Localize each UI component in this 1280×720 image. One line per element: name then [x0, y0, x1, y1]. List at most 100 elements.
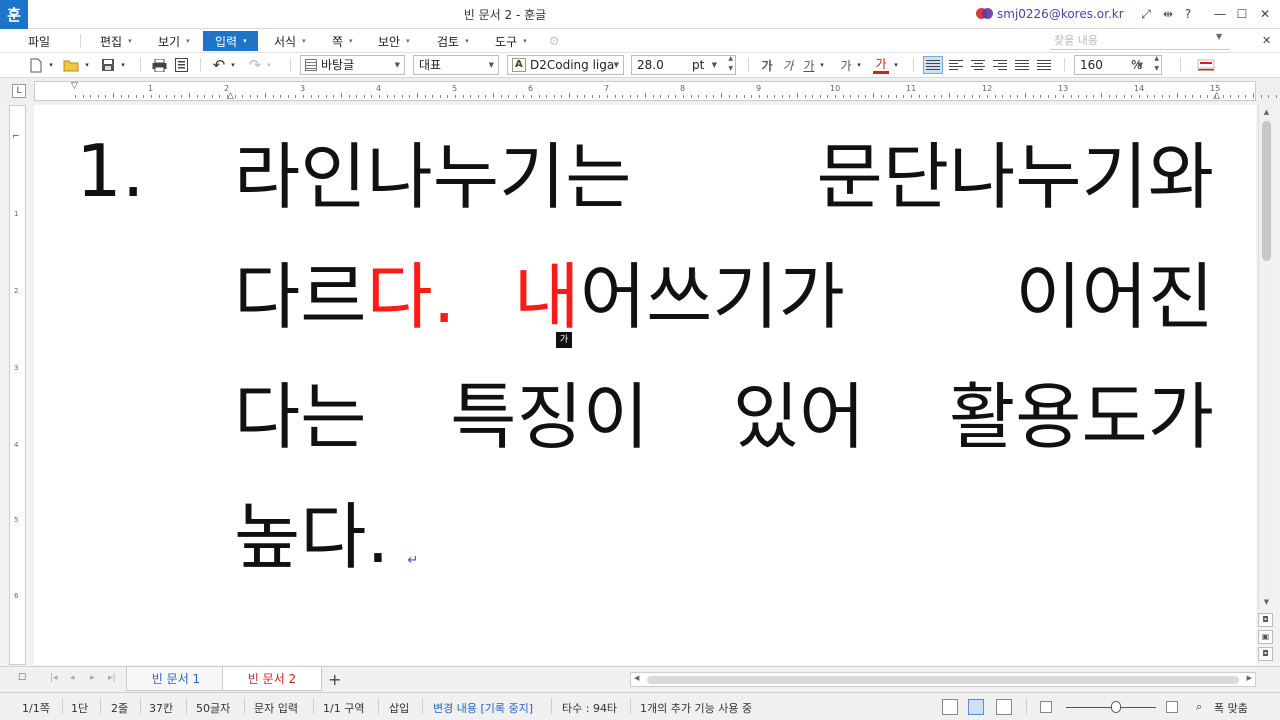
style-shortcut-icon[interactable]	[1196, 56, 1216, 74]
zoom-in-icon[interactable]	[1166, 701, 1178, 713]
minimize-icon[interactable]: —	[1212, 6, 1228, 22]
document-line[interactable]: 다는 특징이 있어 활용도가	[234, 372, 1214, 462]
bold-button[interactable]: 가	[759, 56, 775, 74]
page-view-icon[interactable]	[968, 699, 984, 715]
chevron-down-icon[interactable]: ▼	[1216, 32, 1222, 41]
italic-button[interactable]: 가	[780, 56, 796, 74]
vertical-scrollbar[interactable]: ▲ ▼	[1258, 105, 1273, 609]
open-folder-icon[interactable]	[62, 56, 80, 74]
chevron-down-icon[interactable]: ▾	[228, 56, 238, 74]
menu-review[interactable]: 검토 ▾	[431, 31, 475, 51]
tab-document-2[interactable]: 빈 문서 2	[222, 667, 322, 691]
next-tab-icon[interactable]: ▸	[90, 673, 95, 683]
spinner-icon[interactable]: ▲ ▼	[1154, 56, 1159, 74]
zoom-out-icon[interactable]	[1040, 701, 1052, 713]
menu-security[interactable]: 보안 ▾	[372, 31, 416, 51]
account-area[interactable]: smj0226@kores.or.kr	[976, 5, 1124, 23]
scrollbar-thumb[interactable]	[1262, 121, 1271, 261]
redo-icon[interactable]: ↷	[246, 56, 264, 74]
document-line[interactable]: 다르 다. 내 어쓰기가 이어진	[234, 252, 1214, 342]
top-margin-marker-icon[interactable]: ⌐	[12, 132, 20, 142]
last-tab-icon[interactable]: ▸|	[108, 673, 116, 683]
zoom-fit-label[interactable]: 폭 맞춤	[1214, 700, 1248, 716]
ruler-tick	[584, 95, 586, 98]
menu-view[interactable]: 보기 ▾	[152, 31, 196, 51]
status-addon[interactable]: 1개의 추가 기능 사용 중	[640, 700, 752, 716]
tab-stop-icon[interactable]: L	[12, 84, 26, 98]
font-color-button[interactable]: 가	[873, 56, 889, 74]
line-spacing-input[interactable]: 160 % ▼ ▲ ▼	[1074, 55, 1162, 75]
indent-marker-icon[interactable]: ▽	[71, 81, 78, 91]
print-icon[interactable]	[150, 56, 168, 74]
vertical-ruler[interactable]: ⌐ 1 2 3 4 5 6	[9, 105, 26, 665]
menu-edit[interactable]: 편집 ▾	[94, 31, 138, 51]
align-center-button[interactable]	[968, 56, 988, 74]
prev-page-icon[interactable]: ◘	[1258, 613, 1273, 627]
menu-input[interactable]: 입력 ▾	[203, 31, 258, 51]
status-insert-mode[interactable]: 삽입	[389, 700, 409, 716]
status-track-changes[interactable]: 변경 내용 [기록 중지]	[433, 700, 533, 716]
align-distribute-button[interactable]	[1012, 56, 1032, 74]
menu-tools[interactable]: 도구 ▾	[489, 31, 533, 51]
new-document-icon[interactable]	[28, 56, 44, 74]
align-divide-button[interactable]	[1034, 56, 1054, 74]
chevron-down-icon[interactable]: ▾	[855, 56, 863, 74]
zoom-slider-handle[interactable]	[1110, 701, 1121, 713]
ruler-tick	[1131, 95, 1133, 98]
page-nav-icon[interactable]: ▣	[1258, 630, 1273, 644]
menu-file[interactable]: 파일	[22, 31, 56, 51]
find-input[interactable]: 찾을 내용	[1050, 32, 1230, 50]
horizontal-scrollbar[interactable]: ◀ ▶	[630, 672, 1256, 687]
document-page[interactable]: 1. 라인나누기는 문단나누기와 다르 다. 내 어쓰기가 이어진 다는 특징이…	[34, 105, 1256, 665]
chevron-down-icon[interactable]: ▾	[892, 56, 900, 74]
split-view-icon[interactable]: ⇹	[1160, 6, 1176, 22]
tab-list-icon[interactable]: ☐	[18, 673, 26, 683]
font-name-select[interactable]: A D2Coding liga ▼	[507, 55, 624, 75]
align-justify-button[interactable]	[923, 56, 943, 74]
align-left-button[interactable]	[946, 56, 966, 74]
chevron-down-icon[interactable]: ▾	[264, 56, 274, 74]
scrollbar-thumb[interactable]	[647, 676, 1239, 684]
style-select[interactable]: 바탕글 ▼	[300, 55, 405, 75]
scroll-right-icon[interactable]: ▶	[1247, 674, 1252, 682]
scroll-left-icon[interactable]: ◀	[634, 674, 639, 682]
underline-button[interactable]: 가	[801, 56, 817, 74]
font-size-input[interactable]: 28.0 pt ▼ ▲ ▼	[631, 55, 736, 75]
scroll-up-icon[interactable]: ▲	[1259, 105, 1274, 119]
horizontal-ruler[interactable]: ▽ △ △ 1 2 3 4 5 6 7 8 9 10 11 12 13 14 1…	[34, 81, 1277, 101]
document-line[interactable]: 라인나누기는 문단나누기와	[234, 132, 1214, 222]
close-ribbon-icon[interactable]: ✕	[1262, 34, 1271, 47]
next-page-icon[interactable]: ◘	[1258, 647, 1273, 661]
menu-page[interactable]: 쪽 ▾	[326, 31, 359, 51]
font-category-select[interactable]: 대표 ▼	[413, 55, 499, 75]
chevron-down-icon[interactable]: ▾	[46, 56, 56, 74]
spinner-icon[interactable]: ▲ ▼	[728, 56, 733, 74]
ruler-number: 6	[528, 84, 534, 93]
fullscreen-icon[interactable]: ⤢	[1138, 6, 1154, 22]
scroll-down-icon[interactable]: ▼	[1259, 595, 1274, 609]
normal-view-icon[interactable]	[942, 699, 958, 715]
save-icon[interactable]	[100, 56, 116, 74]
undo-icon[interactable]: ↶	[210, 56, 228, 74]
chevron-down-icon[interactable]: ▾	[118, 56, 128, 74]
tab-document-1[interactable]: 빈 문서 1	[126, 667, 226, 691]
search-icon[interactable]: ⌕	[1196, 700, 1202, 714]
maximize-icon[interactable]: ☐	[1234, 6, 1250, 22]
strikethrough-button[interactable]: 가	[838, 56, 854, 74]
account-email[interactable]: smj0226@kores.or.kr	[997, 7, 1124, 21]
document-line[interactable]: 높다. ↵	[234, 492, 1214, 606]
full-page-view-icon[interactable]	[996, 699, 1012, 715]
status-page[interactable]: 1/1쪽	[22, 700, 50, 716]
help-icon[interactable]: ?	[1180, 6, 1196, 22]
chevron-down-icon[interactable]: ▾	[818, 56, 826, 74]
ruler-tick	[455, 95, 456, 98]
first-tab-icon[interactable]: |◂	[50, 673, 58, 683]
print-preview-icon[interactable]	[172, 56, 190, 74]
add-tab-button[interactable]: +	[328, 670, 341, 689]
status-input-mode[interactable]: 문자 입력	[254, 700, 298, 716]
chevron-down-icon[interactable]: ▾	[82, 56, 92, 74]
menu-format[interactable]: 서식 ▾	[268, 31, 312, 51]
align-right-button[interactable]	[990, 56, 1010, 74]
prev-tab-icon[interactable]: ◂	[70, 673, 75, 683]
close-icon[interactable]: ✕	[1257, 6, 1273, 22]
